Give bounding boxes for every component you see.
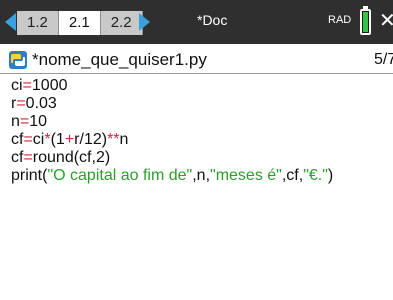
code-line-3[interactable]: n=10 (11, 113, 47, 131)
file-name: *nome_que_quiser1.py (32, 50, 207, 69)
document-title: *Doc (197, 12, 228, 28)
close-icon[interactable]: ✕ (379, 10, 393, 32)
code-token: n (11, 113, 20, 130)
previous-page-arrow-icon[interactable] (5, 13, 16, 31)
code-token: n (119, 131, 129, 148)
code-token: cf (11, 149, 24, 166)
code-line-6[interactable]: print("O capital ao fim de",n,"meses é",… (11, 167, 333, 185)
document-tab-bar: 1.2 2.1 2.2 *Doc RAD ✕ (0, 0, 393, 44)
code-token: round(cf,2) (32, 149, 111, 166)
code-token: 10 (29, 113, 48, 130)
tab-1-2[interactable]: 1.2 (17, 11, 59, 35)
code-line-4[interactable]: cf=ci*(1+r/12)**n (11, 131, 128, 149)
code-operator: = (23, 131, 33, 148)
code-operator: = (16, 95, 26, 112)
tab-2-2[interactable]: 2.2 (100, 11, 143, 35)
code-token: (1 (50, 131, 65, 148)
python-file-icon (9, 51, 27, 69)
code-token: 0.03 (25, 95, 57, 112)
next-page-arrow-icon[interactable] (139, 13, 150, 31)
code-operator: = (19, 113, 30, 130)
code-token: cf (11, 131, 24, 148)
tab-2-1[interactable]: 2.1 (58, 11, 101, 35)
code-operator: = (22, 77, 32, 94)
code-operator: + (64, 131, 75, 148)
code-operator: = (23, 149, 33, 166)
code-token: ci (11, 77, 23, 94)
code-token: r/12) (74, 131, 108, 148)
code-token: ,cf, (281, 167, 304, 184)
code-line-1[interactable]: ci=1000 (11, 77, 68, 95)
page-count: 5/7 (374, 51, 393, 68)
code-line-5[interactable]: cf=round(cf,2) (11, 149, 110, 167)
code-token: ) (327, 167, 334, 184)
code-operator: ** (107, 131, 120, 148)
code-string: "meses é" (210, 167, 282, 184)
battery-level (363, 12, 368, 32)
code-string: "O capital ao fim de" (47, 167, 193, 184)
code-line-2[interactable]: r=0.03 (11, 95, 57, 113)
page-tabs: 1.2 2.1 2.2 (17, 11, 143, 35)
code-token: ,n, (192, 167, 211, 184)
code-string: "€." (303, 167, 328, 184)
file-header: *nome_que_quiser1.py 5/7 (0, 46, 393, 74)
code-token: 1000 (31, 77, 68, 94)
code-editor[interactable]: ci=1000 r=0.03 n=10 cf=ci*(1+r/12)**n cf… (0, 74, 393, 300)
code-token: ci (32, 131, 45, 148)
battery-icon (360, 9, 371, 35)
angle-mode-indicator: RAD (328, 14, 352, 26)
code-token: print( (11, 167, 48, 184)
